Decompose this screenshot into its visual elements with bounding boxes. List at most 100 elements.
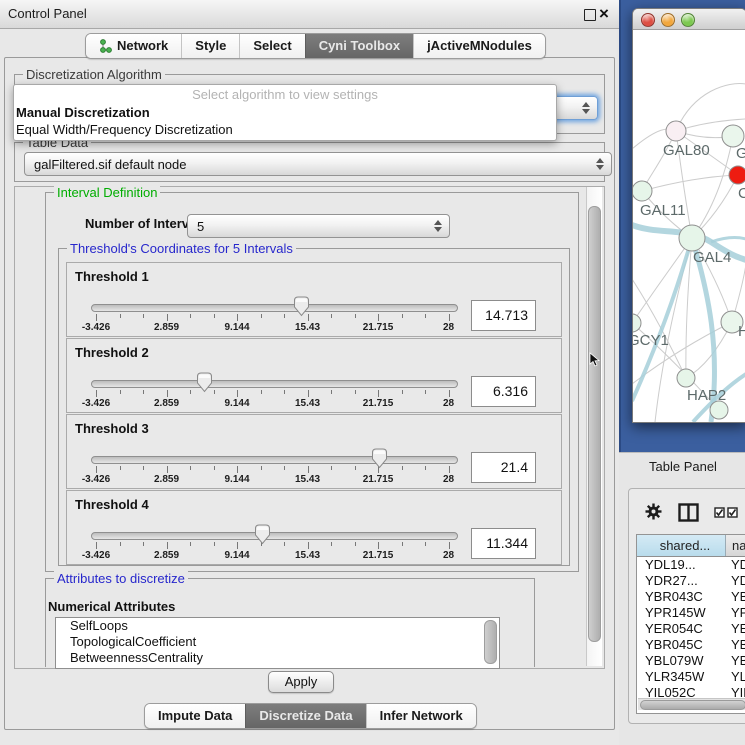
slider-tick [425, 542, 426, 546]
slider-tick [120, 314, 121, 318]
network-edge[interactable] [711, 238, 745, 242]
zoom-traffic-light[interactable] [681, 13, 695, 27]
tab-network[interactable]: Network [86, 34, 181, 58]
threshold-slider-track[interactable] [91, 532, 458, 540]
table-cell: YBR0 [725, 589, 745, 605]
table-cell: YPR1 [725, 605, 745, 621]
tab-select[interactable]: Select [239, 34, 304, 58]
table-row[interactable]: YLR345WYLR3 [637, 669, 745, 685]
threshold-value-field[interactable]: 11.344 [471, 528, 536, 559]
gear-icon[interactable] [645, 503, 662, 520]
slider-tick [96, 466, 97, 473]
tab-label: jActiveMNodules [427, 34, 532, 58]
algorithm-option-equal-width-frequency-discretization[interactable]: Equal Width/Frequency Discretization [14, 121, 556, 138]
window-close-icon[interactable]: × [599, 2, 609, 26]
bottom-tab-infer-network[interactable]: Infer Network [366, 704, 476, 728]
combo-arrows-icon [596, 158, 604, 170]
threshold-slider-thumb[interactable] [293, 296, 310, 317]
network-node-c[interactable] [729, 166, 745, 184]
slider-tick [143, 466, 144, 470]
vertical-scrollbar-thumb[interactable] [588, 206, 601, 642]
close-traffic-light[interactable] [641, 13, 655, 27]
tab-style[interactable]: Style [181, 34, 239, 58]
slider-tick [331, 466, 332, 470]
attribute-item-betweennesscentrality[interactable]: BetweennessCentrality [56, 650, 499, 666]
slider-tick-label: 21.715 [363, 398, 394, 409]
table-row[interactable]: YDR27...YDR2 [637, 573, 745, 589]
tab-label: Network [117, 34, 168, 58]
slider-tick [449, 314, 450, 321]
threshold-slider-track[interactable] [91, 456, 458, 464]
network-node-hap2[interactable] [677, 369, 695, 387]
slider-tick [425, 390, 426, 394]
slider-tick [331, 314, 332, 318]
network-node-label: GAL4 [693, 249, 731, 266]
threshold-slider-thumb[interactable] [196, 372, 213, 393]
network-node-label: GCY1 [633, 332, 669, 349]
table-row[interactable]: YER054CYER0 [637, 621, 745, 637]
checkbox-icon[interactable] [727, 507, 738, 518]
network-node[interactable] [710, 401, 728, 419]
bottom-tab-impute-data[interactable]: Impute Data [145, 704, 245, 728]
threshold-slider-thumb[interactable] [254, 524, 271, 545]
minimize-traffic-light[interactable] [661, 13, 675, 27]
column-header-name[interactable]: name [726, 535, 745, 556]
network-edge[interactable] [676, 84, 745, 131]
number-of-intervals-combobox[interactable]: 5 [187, 214, 450, 238]
threshold-value-field[interactable]: 6.316 [471, 376, 536, 407]
slider-tick [237, 390, 238, 397]
slider-tick [378, 314, 379, 321]
attribute-item-topologicalcoefficient[interactable]: TopologicalCoefficient [56, 634, 499, 650]
bottom-tab-discretize-data[interactable]: Discretize Data [245, 704, 365, 728]
slider-tick [96, 390, 97, 397]
threshold-value-field[interactable]: 14.713 [471, 300, 536, 331]
apply-button[interactable]: Apply [268, 671, 334, 693]
attribute-item-selfloops[interactable]: SelfLoops [56, 618, 499, 634]
network-node-g[interactable] [722, 125, 744, 147]
tab-jactivemnodules[interactable]: jActiveMNodules [413, 34, 545, 58]
network-node-gal11[interactable] [633, 181, 652, 201]
table-row[interactable]: YPR145WYPR1 [637, 605, 745, 621]
algorithm-option-manual-discretization[interactable]: Manual Discretization [14, 104, 556, 121]
node-table-hscrollbar[interactable] [638, 698, 745, 710]
slider-tick [378, 542, 379, 549]
slider-tick-label: 21.715 [363, 474, 394, 485]
network-window[interactable]: GAL80GCGAL11GAL4GCY1HHAP2 [632, 8, 745, 423]
threshold-slider-track[interactable] [91, 380, 458, 388]
slider-tick [143, 314, 144, 318]
slider-tick [96, 542, 97, 549]
checkbox-icon[interactable] [714, 507, 725, 518]
slider-tick [261, 390, 262, 394]
network-graph[interactable]: GAL80GCGAL11GAL4GCY1HHAP2 [633, 29, 745, 422]
numerical-attributes-list[interactable]: SelfLoopsTopologicalCoefficientBetweenne… [55, 617, 500, 669]
threshold-value-field[interactable]: 21.4 [471, 452, 536, 483]
column-header-shared[interactable]: shared... [637, 535, 726, 556]
threshold-panel-3: Threshold 3-3.4262.8599.14415.4321.71528… [66, 414, 562, 489]
table-row[interactable]: YDL19...YDL1 [637, 557, 745, 573]
slider-tick [167, 390, 168, 397]
network-node-gal80[interactable] [666, 121, 686, 141]
slider-tick [308, 466, 309, 473]
network-edge[interactable] [633, 238, 692, 323]
table-cell: YER0 [725, 621, 745, 637]
network-edge[interactable] [642, 175, 738, 191]
threshold-slider-track[interactable] [91, 304, 458, 312]
node-table-hscrollbar-thumb[interactable] [640, 700, 745, 710]
slider-tick-label: 9.144 [224, 550, 249, 561]
threshold-slider-thumb[interactable] [371, 448, 388, 469]
attributes-list-scrollbar-thumb[interactable] [484, 620, 497, 664]
columns-icon[interactable] [678, 503, 699, 522]
vertical-scrollbar[interactable] [586, 187, 602, 666]
slider-tick-label: 15.43 [295, 474, 320, 485]
node-table[interactable]: shared...name YDL19...YDL1YDR27...YDR2YB… [636, 534, 745, 714]
slider-tick [449, 466, 450, 473]
table-row[interactable]: YBR045CYBR0 [637, 637, 745, 653]
tab-cyni-toolbox[interactable]: Cyni Toolbox [305, 34, 413, 58]
table-row[interactable]: YBL079WYBL0 [637, 653, 745, 669]
window-float-icon[interactable] [584, 9, 596, 21]
table-data-combobox[interactable]: galFiltered.sif default node [24, 152, 612, 176]
network-node-gal4[interactable] [679, 225, 705, 251]
slider-tick [402, 314, 403, 318]
slider-tick [308, 390, 309, 397]
table-row[interactable]: YBR043CYBR0 [637, 589, 745, 605]
